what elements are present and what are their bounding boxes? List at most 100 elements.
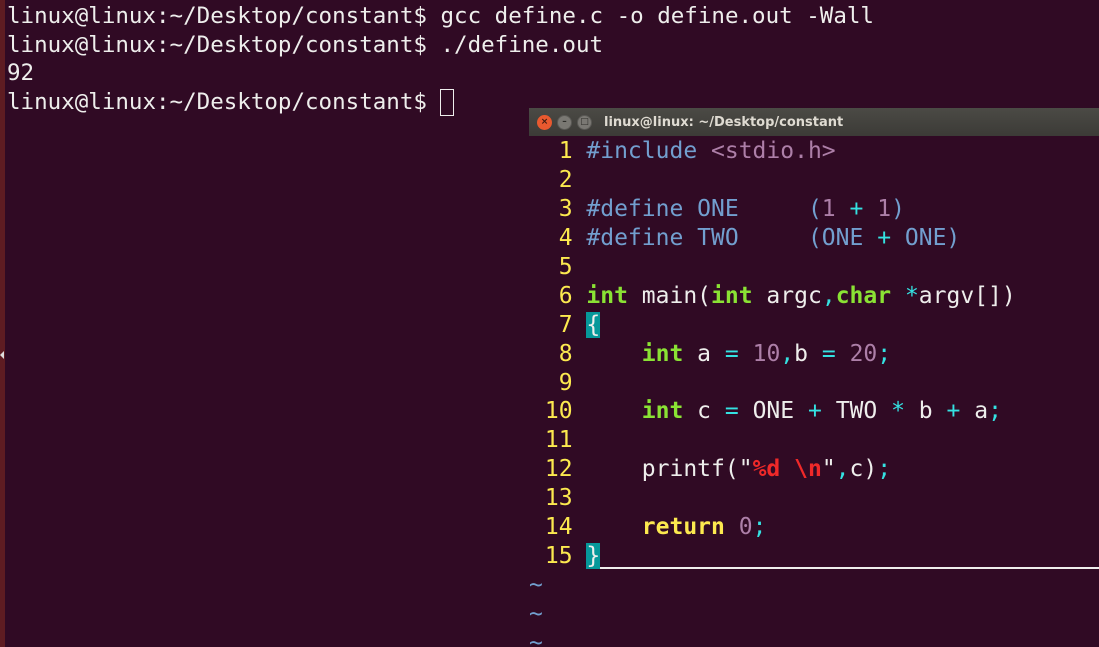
code-line: 4 #define TWO (ONE + ONE) <box>531 224 1016 253</box>
code-token: = <box>821 340 836 367</box>
code-token: + <box>807 398 822 425</box>
code-token: argc <box>752 282 822 309</box>
line-number: 1 <box>531 138 587 164</box>
code-line: 1 #include <stdio.h> <box>531 137 1016 166</box>
code-line: 12 printf("%d \n",c); <box>531 455 1016 484</box>
code-token: , <box>835 456 850 483</box>
code-line: 14 return 0; <box>531 513 1016 542</box>
close-button[interactable]: × <box>537 114 552 130</box>
code-token: main( <box>627 282 712 309</box>
code-token: int <box>641 398 684 425</box>
maximize-button[interactable]: □ <box>577 114 592 130</box>
window-titlebar[interactable]: × – □ linux@linux: ~/Desktop/constant <box>529 108 1099 136</box>
code-line: 13 <box>531 484 1016 513</box>
code-token: = <box>724 398 739 425</box>
code-token: printf(" <box>586 456 753 483</box>
code-line: 8 int a = 10,b = 20; <box>531 340 1016 369</box>
code-token: ONE <box>738 398 808 425</box>
code-token: + <box>946 398 961 425</box>
line-number: 10 <box>531 398 587 425</box>
vim-editor[interactable]: 1 #include <stdio.h> 2 3 #define ONE (1 … <box>529 137 1016 647</box>
code-token: 1 <box>821 195 836 222</box>
code-token: ) <box>891 195 905 222</box>
code-token: } <box>586 543 601 570</box>
line-number: 7 <box>531 311 587 338</box>
empty-line-tilde: ~ <box>529 601 543 627</box>
line-number: 14 <box>531 514 587 541</box>
code-line: 7 { <box>531 311 1016 340</box>
code-token: return <box>641 514 725 541</box>
code-token: int <box>586 282 628 309</box>
code-line: 2 <box>531 166 1016 195</box>
code-token: c <box>683 398 725 425</box>
code-token: 20 <box>849 340 878 367</box>
code-line: 6 int main(int argc,char *argv[]) <box>531 282 1016 311</box>
code-token: ; <box>877 456 892 483</box>
code-token: 0 <box>738 514 753 541</box>
code-line: 11 <box>531 426 1016 455</box>
desktop-left-edge <box>0 0 5 647</box>
line-number: 12 <box>531 456 587 483</box>
code-line: 10 int c = ONE + TWO * b + a; <box>531 397 1016 426</box>
code-token: a <box>683 340 725 367</box>
code-token: * <box>904 282 919 309</box>
code-token: #define ONE ( <box>586 195 822 222</box>
window-title: linux@linux: ~/Desktop/constant <box>604 114 844 130</box>
line-number: 15 <box>531 543 587 570</box>
line-number: 9 <box>531 369 587 396</box>
line-number: 11 <box>531 427 587 454</box>
code-token: #define TWO (ONE <box>586 224 878 251</box>
minimize-button[interactable]: – <box>557 114 572 130</box>
code-token: char <box>835 282 892 309</box>
code-line: 9 <box>531 369 1016 398</box>
code-token: ; <box>988 398 1002 425</box>
code-token: = <box>724 340 739 367</box>
empty-line-tilde: ~ <box>529 572 543 599</box>
launcher-arrow-icon <box>0 351 4 359</box>
code-token: 10 <box>752 340 781 367</box>
line-number: 5 <box>531 253 587 280</box>
code-token: b <box>904 398 947 425</box>
code-token: a <box>960 398 989 425</box>
code-line: 3 #define ONE (1 + 1) <box>531 195 1016 224</box>
code-token: int <box>641 340 684 367</box>
code-token: argv[]) <box>918 282 1016 309</box>
code-token: ONE) <box>891 224 961 251</box>
terminal-line: 92 <box>7 60 35 87</box>
terminal-output[interactable]: linux@linux:~/Desktop/constant$ gcc defi… <box>7 2 874 117</box>
line-number: 4 <box>531 224 587 251</box>
code-token: , <box>821 282 836 309</box>
terminal-cursor <box>440 89 455 117</box>
empty-line-tilde: ~ <box>529 629 543 647</box>
code-token: TWO <box>821 398 892 425</box>
code-token: #include <box>586 138 712 164</box>
terminal-line: linux@linux:~/Desktop/constant$ ./define… <box>7 31 604 58</box>
code-token: <stdio.h> <box>711 138 836 164</box>
cursorline-underline <box>600 567 1099 569</box>
code-token: " <box>821 456 836 483</box>
vim-terminal-window[interactable]: × – □ linux@linux: ~/Desktop/constant 1 … <box>529 108 1099 647</box>
code-token: 1 <box>877 195 892 222</box>
code-token: b <box>794 340 822 367</box>
code-token: c) <box>849 456 878 483</box>
terminal-line: linux@linux:~/Desktop/constant$ gcc defi… <box>7 3 874 29</box>
line-number: 3 <box>531 195 587 222</box>
code-token: { <box>586 311 601 338</box>
code-token: * <box>891 398 905 425</box>
code-token: ; <box>752 514 767 541</box>
code-token: %d \n <box>752 456 822 483</box>
code-token: + <box>877 224 892 251</box>
line-number: 6 <box>531 282 587 309</box>
terminal-prompt: linux@linux:~/Desktop/constant$ <box>7 89 441 116</box>
line-number: 13 <box>531 485 587 512</box>
code-token: int <box>711 282 753 309</box>
code-token: + <box>849 195 864 222</box>
